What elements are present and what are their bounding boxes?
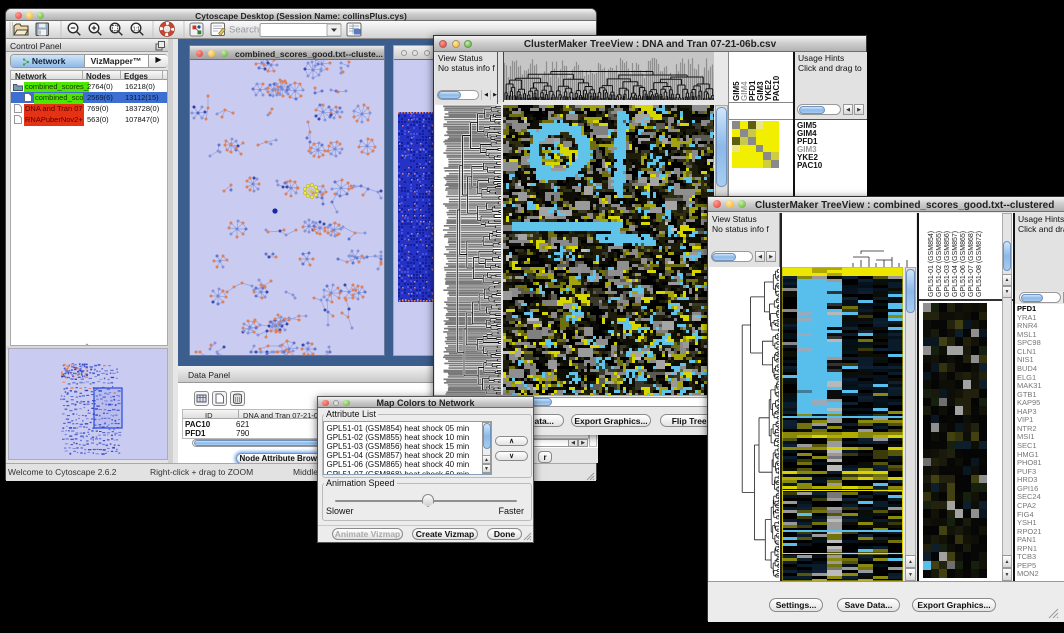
svg-text:Search:: Search:	[229, 25, 262, 36]
svg-text:1:1: 1:1	[133, 26, 141, 32]
